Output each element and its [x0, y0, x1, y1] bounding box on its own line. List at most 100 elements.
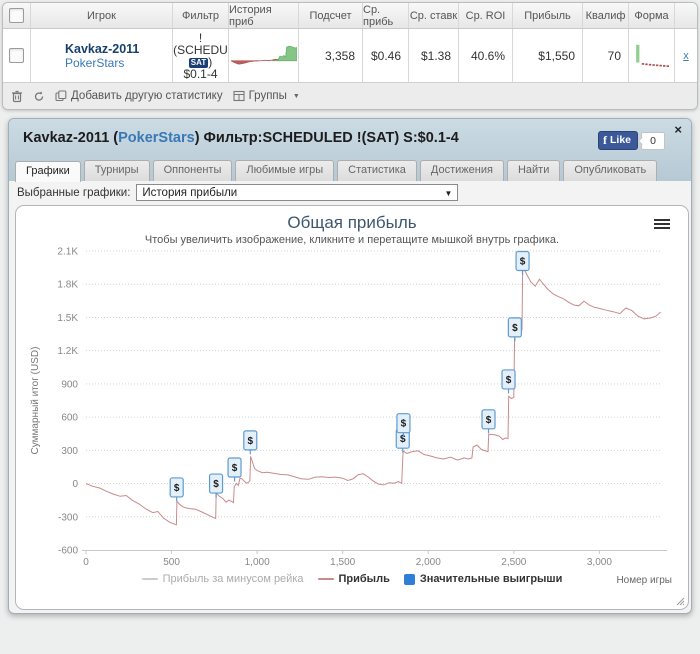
- svg-text:0: 0: [72, 479, 78, 490]
- facebook-like-count: 0: [641, 132, 665, 150]
- filter-line1: !: [199, 32, 202, 44]
- filter-line2: (SCHEDU: [173, 44, 228, 56]
- chart-select-row: Выбранные графики: История прибыли▼: [17, 184, 458, 201]
- svg-text:-600: -600: [58, 546, 78, 557]
- col-count[interactable]: Подсчет: [299, 3, 363, 28]
- chart-subtitle: Чтобы увеличить изображение, кликните и …: [16, 234, 688, 246]
- legend-swatch-pink-line: [318, 578, 334, 580]
- player-cell: Kavkaz-2011 PokerStars: [31, 29, 173, 82]
- col-profit-history[interactable]: История приб: [229, 3, 299, 28]
- add-statistic-button[interactable]: Добавить другую статистику: [55, 90, 223, 102]
- col-qualif[interactable]: Квалиф: [583, 3, 629, 28]
- panel-content: Выбранные графики: История прибыли▼ -600…: [9, 181, 691, 613]
- stats-header-row: Игрок Фильтр История приб Подсчет Ср. пр…: [3, 3, 697, 29]
- sat-badge: SAT: [189, 58, 208, 68]
- qualif-cell: 70: [583, 29, 629, 82]
- resize-handle-icon[interactable]: [676, 597, 685, 606]
- history-sparkline-cell[interactable]: [229, 29, 299, 82]
- tab-favorite-games[interactable]: Любимые игры: [235, 160, 334, 181]
- facebook-like-widget: fLike 0: [598, 131, 665, 150]
- svg-text:$: $: [506, 375, 512, 386]
- row-checkbox[interactable]: [9, 48, 24, 63]
- groups-dropdown-arrow: ▼: [293, 93, 300, 100]
- panel-tabs: Графики Турниры Оппоненты Любимые игры С…: [15, 160, 657, 181]
- trash-icon: [11, 90, 23, 103]
- chevron-down-icon: ▼: [444, 189, 452, 198]
- svg-text:1,000: 1,000: [245, 557, 270, 568]
- actions-cell: x: [675, 29, 697, 82]
- tab-find[interactable]: Найти: [507, 160, 560, 181]
- facebook-like-button[interactable]: fLike: [598, 131, 638, 150]
- svg-text:$: $: [174, 483, 180, 494]
- col-profit[interactable]: Прибыль: [513, 3, 583, 28]
- chart-container[interactable]: -600-30003006009001.2K1.5K1.8K2.1K05001,…: [15, 205, 689, 610]
- panel-title-site[interactable]: PokerStars: [118, 130, 195, 146]
- col-form[interactable]: Форма: [629, 3, 675, 28]
- player-name-link[interactable]: Kavkaz-2011: [65, 42, 139, 56]
- add-statistic-label: Добавить другую статистику: [71, 90, 223, 102]
- facebook-like-label: Like: [610, 134, 631, 146]
- tab-publish[interactable]: Опубликовать: [563, 160, 657, 181]
- svg-text:2,500: 2,500: [501, 557, 526, 568]
- svg-text:Суммарный итог (USD): Суммарный итог (USD): [30, 347, 41, 455]
- refresh-button[interactable]: [33, 90, 45, 103]
- refresh-icon: [33, 90, 45, 103]
- player-site-link[interactable]: PokerStars: [65, 56, 124, 70]
- svg-text:1.5K: 1.5K: [57, 313, 78, 324]
- groups-button[interactable]: Группы ▼: [233, 90, 300, 102]
- form-sparkline-cell: [629, 29, 675, 82]
- chart-select-label: Выбранные графики:: [17, 187, 130, 199]
- avg-roi-cell: 40.6%: [459, 29, 513, 82]
- col-avg-roi[interactable]: Ср. ROI: [459, 3, 513, 28]
- profit-history-sparkline: [231, 36, 297, 76]
- col-player[interactable]: Игрок: [31, 3, 173, 28]
- delete-button[interactable]: [11, 90, 23, 103]
- svg-text:$: $: [520, 256, 526, 267]
- svg-text:$: $: [512, 323, 518, 334]
- xaxis-title: Номер игры: [616, 575, 672, 586]
- chart-legend: Прибыль за минусом рейка Прибыль Значите…: [16, 573, 688, 585]
- col-actions: [675, 3, 697, 28]
- col-avg-stake[interactable]: Ср. ставк: [409, 3, 459, 28]
- svg-text:1.8K: 1.8K: [57, 280, 78, 291]
- filter-cell: ! (SCHEDU SAT) $0.1-4: [173, 29, 229, 82]
- chart-menu-button[interactable]: [654, 219, 670, 231]
- form-sparkline: [631, 42, 673, 70]
- col-filter[interactable]: Фильтр: [173, 3, 229, 28]
- svg-text:300: 300: [61, 446, 78, 457]
- panel-header: Kavkaz-2011 (PokerStars) Фильтр:SCHEDULE…: [9, 119, 691, 181]
- stats-widget: Игрок Фильтр История приб Подсчет Ср. пр…: [2, 2, 698, 110]
- col-avg-profit[interactable]: Ср. прибь: [363, 3, 409, 28]
- row-select-cell: [3, 29, 31, 82]
- legend-swatch-gray-line: [142, 578, 158, 580]
- select-all-checkbox[interactable]: [9, 8, 24, 23]
- tab-tournaments[interactable]: Турниры: [84, 160, 150, 181]
- svg-text:1,500: 1,500: [330, 557, 355, 568]
- svg-text:900: 900: [61, 379, 78, 390]
- svg-text:3,000: 3,000: [587, 557, 612, 568]
- tab-graphs[interactable]: Графики: [15, 161, 81, 182]
- svg-text:$: $: [213, 479, 219, 490]
- filter-line3: SAT): [189, 56, 212, 68]
- screen: Игрок Фильтр История приб Подсчет Ср. пр…: [0, 0, 700, 654]
- svg-text:$: $: [486, 415, 492, 426]
- legend-item-profit[interactable]: Прибыль: [318, 573, 390, 585]
- profit-chart[interactable]: -600-30003006009001.2K1.5K1.8K2.1K05001,…: [16, 206, 688, 609]
- tab-achievements[interactable]: Достижения: [420, 160, 504, 181]
- profit-cell: $1,550: [513, 29, 583, 82]
- svg-text:2,000: 2,000: [416, 557, 441, 568]
- header-select-cell: [3, 3, 31, 28]
- svg-text:2.1K: 2.1K: [57, 247, 78, 258]
- tab-statistics[interactable]: Статистика: [337, 160, 417, 181]
- legend-item-profit-minus-rake[interactable]: Прибыль за минусом рейка: [142, 573, 304, 585]
- legend-item-significant-wins[interactable]: Значительные выигрыши: [404, 573, 563, 585]
- close-panel-button[interactable]: ×: [674, 122, 682, 137]
- player-panel: Kavkaz-2011 (PokerStars) Фильтр:SCHEDULE…: [8, 118, 692, 614]
- svg-text:600: 600: [61, 413, 78, 424]
- remove-row-link[interactable]: x: [683, 50, 689, 62]
- chart-select[interactable]: История прибыли▼: [136, 184, 458, 201]
- tab-opponents[interactable]: Оппоненты: [153, 160, 233, 181]
- svg-text:$: $: [401, 419, 407, 430]
- copy-icon: [55, 90, 67, 102]
- count-cell: 3,358: [299, 29, 363, 82]
